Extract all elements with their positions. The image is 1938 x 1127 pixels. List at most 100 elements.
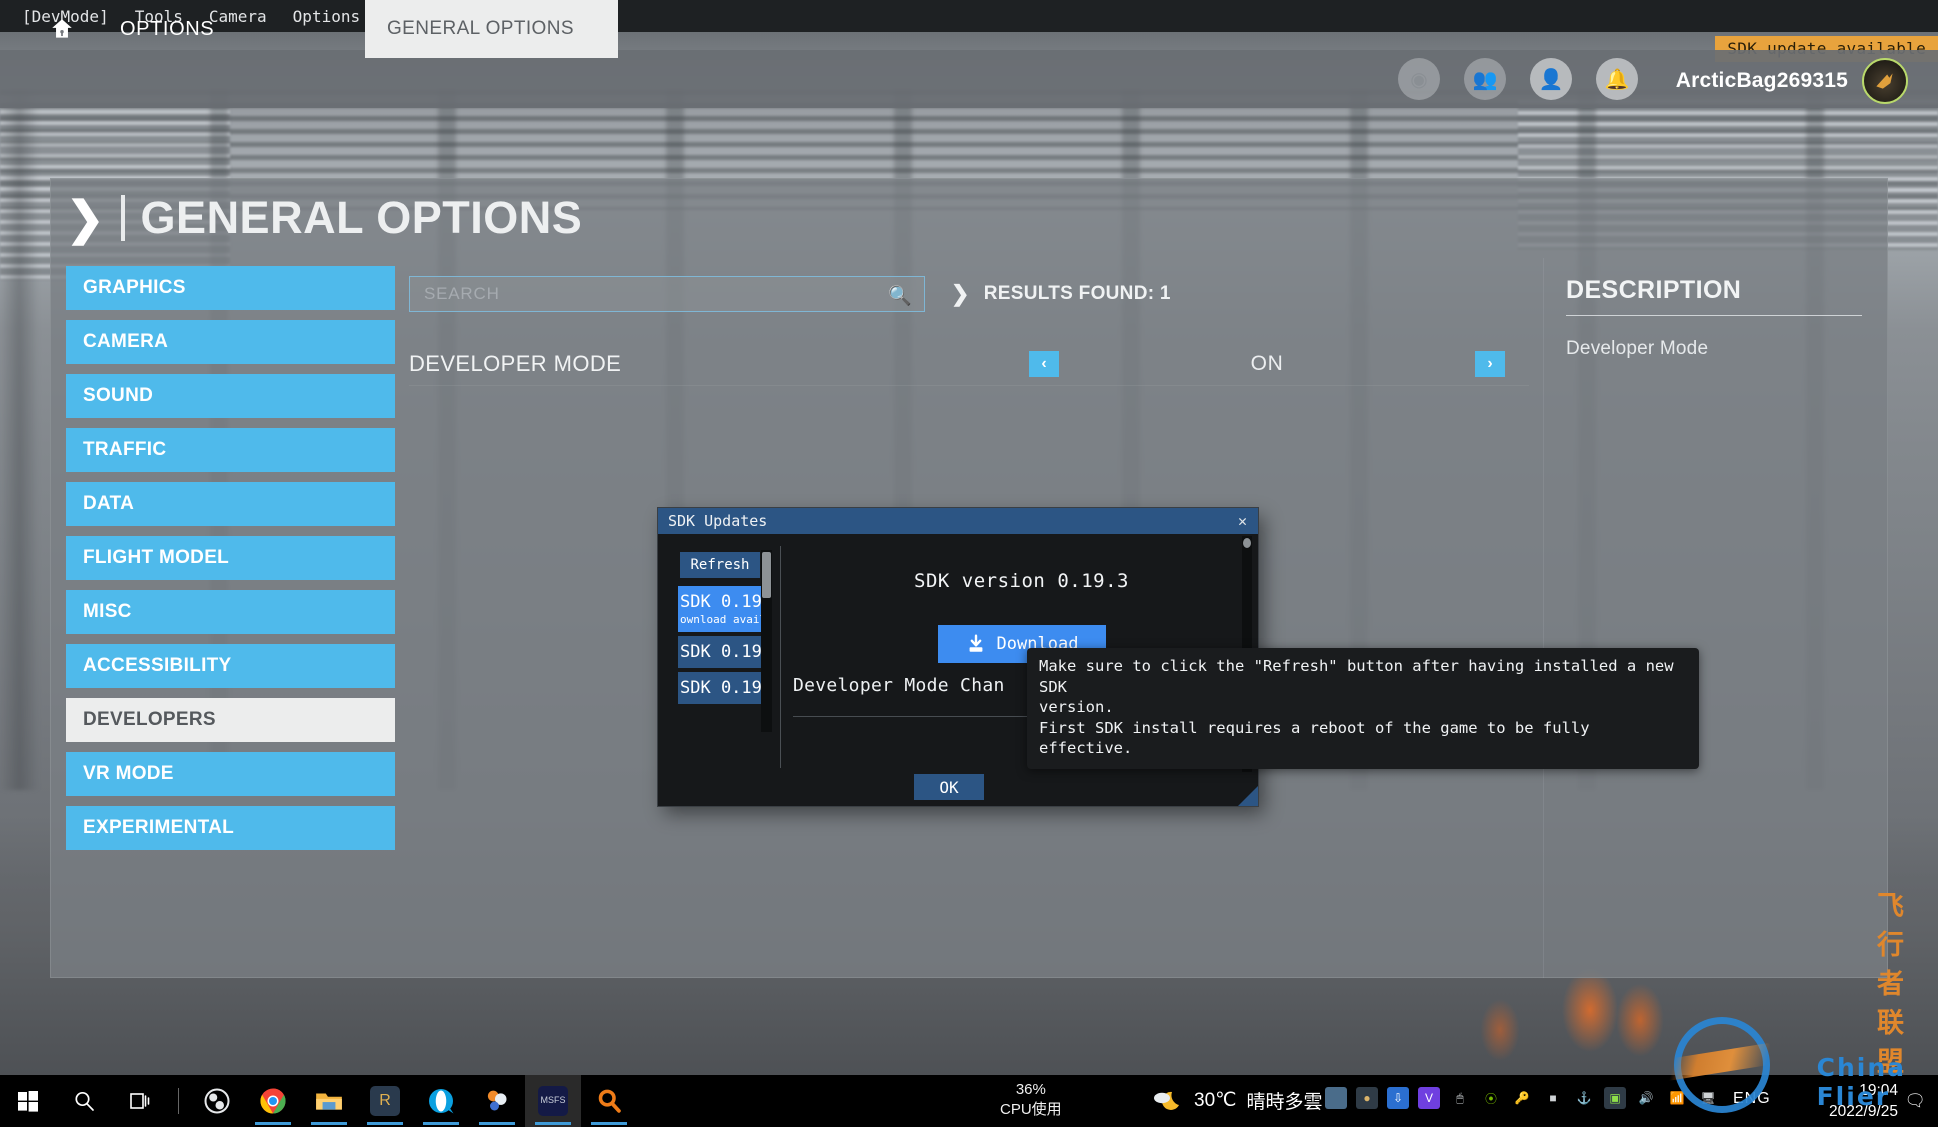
sdk-list-item-2[interactable]: SDK 0.19. — [678, 672, 772, 704]
dialog-resize-handle[interactable] — [1238, 786, 1258, 806]
search-icon[interactable]: 🔍 — [888, 284, 912, 308]
cpu-usage-label: CPU使用 — [1000, 1100, 1062, 1118]
opera-gx-icon[interactable] — [413, 1075, 469, 1127]
monitor-icon[interactable]: ▣ — [1604, 1087, 1626, 1109]
sdk-list-item-0[interactable]: SDK 0.19. ownload availa — [678, 586, 772, 632]
everything-search-icon[interactable] — [581, 1075, 637, 1127]
tab-options[interactable]: OPTIONS — [96, 0, 358, 58]
sdk-version-heading: SDK version 0.19.3 — [914, 570, 1129, 592]
sidebar-item-developers[interactable]: DEVELOPERS — [66, 698, 395, 742]
top-right-icon-group: ◉ 👥 👤 🔔 — [1398, 58, 1638, 100]
obs-studio-icon[interactable] — [189, 1075, 245, 1127]
usb-icon[interactable]: ⚓ — [1573, 1087, 1595, 1109]
msfs-logo-icon: MSFS — [538, 1086, 568, 1116]
network-icon[interactable]: 📶 — [1666, 1087, 1688, 1109]
sdk-list-item-version: SDK 0.19. — [680, 678, 772, 698]
avatar[interactable] — [1862, 58, 1908, 104]
page-title-divider — [120, 195, 125, 241]
friends-icon[interactable]: 👥 — [1464, 58, 1506, 100]
sidebar-item-sound[interactable]: SOUND — [66, 374, 395, 418]
security-icon[interactable]: ● — [1356, 1087, 1378, 1109]
sidebar-item-flight-model[interactable]: FLIGHT MODEL — [66, 536, 395, 580]
ok-button[interactable]: OK — [914, 774, 984, 800]
sdk-list-item-version: SDK 0.19. — [680, 642, 772, 662]
v-app-icon[interactable]: V — [1418, 1087, 1440, 1109]
flight-simulator-icon[interactable]: MSFS — [525, 1075, 581, 1127]
sidebar-item-vr-mode[interactable]: VR MODE — [66, 752, 395, 796]
sdk-dialog-divider — [780, 546, 781, 768]
rockstar-logo-icon: R — [370, 1086, 400, 1116]
refresh-button[interactable]: Refresh — [680, 552, 760, 578]
download-icon — [969, 634, 982, 652]
action-center-icon[interactable]: 🗨 — [1904, 1091, 1926, 1111]
sidebar-item-graphics[interactable]: GRAPHICS — [66, 266, 395, 310]
bell-icon[interactable]: 🔔 — [1596, 58, 1638, 100]
folder-icon — [316, 1093, 342, 1110]
nvidia-icon[interactable]: ⦿ — [1480, 1087, 1502, 1109]
sdk-dialog-titlebar[interactable]: SDK Updates ✕ — [658, 508, 1258, 534]
radar-icon[interactable]: ◉ — [1398, 58, 1440, 100]
clock-time: 19:04 — [1859, 1082, 1898, 1099]
home-icon — [52, 19, 72, 38]
rockstar-launcher-icon[interactable]: R — [357, 1075, 413, 1127]
windows-start-icon[interactable] — [0, 1075, 56, 1127]
orange-magnifier-icon — [598, 1089, 621, 1113]
chrome-logo-icon — [260, 1088, 286, 1114]
sdk-list-scrollbar-thumb[interactable] — [762, 552, 771, 598]
sdk-list-item-1[interactable]: SDK 0.19. — [678, 636, 772, 668]
taskbar-left-group: R MSFS — [0, 1075, 637, 1127]
battery-icon[interactable]: ■ — [1542, 1087, 1564, 1109]
sdk-list-item-version: SDK 0.19. — [680, 592, 772, 612]
system-tray: ● ⇩ V 🖱 ⦿ 🔑 ■ ⚓ ▣ 🔊 📶 🖥 — [1325, 1087, 1719, 1109]
windows-taskbar: R MSFS 36% CPU使用 30℃ 晴時多雲 ● ⇩ V 🖱 ⦿ 🔑 ■ … — [0, 1075, 1938, 1127]
options-sidebar: GRAPHICS CAMERA SOUND TRAFFIC DATA FLIGH… — [50, 258, 395, 978]
taskbar-search-icon[interactable] — [56, 1075, 112, 1127]
sidebar-item-traffic[interactable]: TRAFFIC — [66, 428, 395, 472]
tooltip-line-2: version. — [1039, 698, 1114, 717]
windows-logo-icon — [18, 1091, 38, 1112]
prev-value-button[interactable]: ‹ — [1029, 350, 1059, 377]
sdk-detail-scrollbar-thumb[interactable] — [1243, 538, 1251, 548]
home-tab-button[interactable] — [42, 0, 82, 58]
sidebar-item-accessibility[interactable]: ACCESSIBILITY — [66, 644, 395, 688]
weather-widget[interactable]: 30℃ 晴時多雲 — [1150, 1087, 1323, 1114]
language-indicator[interactable]: ENG — [1733, 1090, 1771, 1108]
volume-icon[interactable]: 🔊 — [1635, 1087, 1657, 1109]
mouse-icon[interactable]: 🖱 — [1449, 1087, 1471, 1109]
screenshot-icon[interactable] — [1325, 1087, 1347, 1109]
screen-root: [DevMode] Tools Camera Options Windows H… — [0, 0, 1938, 1127]
results-found-label: RESULTS FOUND: 1 — [983, 283, 1171, 304]
balloons-icon — [487, 1090, 507, 1111]
setting-value-developer-mode: ON — [1250, 351, 1284, 375]
description-panel: DESCRIPTION Developer Mode — [1543, 258, 1888, 978]
close-icon[interactable]: ✕ — [1233, 512, 1252, 530]
sidebar-item-experimental[interactable]: EXPERIMENTAL — [66, 806, 395, 850]
google-chrome-icon[interactable] — [245, 1075, 301, 1127]
sidebar-item-data[interactable]: DATA — [66, 482, 395, 526]
sdk-list-scrollbar[interactable] — [761, 550, 772, 732]
cpu-usage-widget[interactable]: 36% CPU使用 — [1000, 1080, 1062, 1120]
results-chevron-icon: ❯ — [951, 281, 970, 306]
search-glass-icon — [75, 1091, 94, 1111]
profile-icon[interactable]: 👤 — [1530, 58, 1572, 100]
task-view-glyph-icon — [130, 1093, 150, 1109]
page-title: ❯ GENERAL OPTIONS — [66, 192, 582, 244]
display-icon[interactable]: 🖥 — [1697, 1087, 1719, 1109]
taskbar-clock[interactable]: 19:04 2022/9/25 — [1829, 1081, 1898, 1123]
drive-icon[interactable]: ⇩ — [1387, 1087, 1409, 1109]
search-row: 🔍 ❯ RESULTS FOUND: 1 — [409, 272, 1529, 316]
search-input[interactable] — [424, 284, 910, 304]
key-icon[interactable]: 🔑 — [1511, 1087, 1533, 1109]
refresh-tooltip: Make sure to click the "Refresh" button … — [1027, 648, 1699, 770]
search-box[interactable]: 🔍 — [409, 276, 925, 312]
task-view-icon[interactable] — [112, 1075, 168, 1127]
description-body: Developer Mode — [1566, 338, 1709, 359]
next-value-button[interactable]: › — [1474, 350, 1505, 377]
sidebar-item-camera[interactable]: CAMERA — [66, 320, 395, 364]
sidebar-item-misc[interactable]: MISC — [66, 590, 395, 634]
msn-weather-icon[interactable] — [469, 1075, 525, 1127]
page-title-label: GENERAL OPTIONS — [140, 192, 583, 243]
user-area[interactable]: ArcticBag269315 — [1676, 58, 1908, 104]
tab-general-options[interactable]: GENERAL OPTIONS — [365, 0, 618, 58]
file-explorer-icon[interactable] — [301, 1075, 357, 1127]
